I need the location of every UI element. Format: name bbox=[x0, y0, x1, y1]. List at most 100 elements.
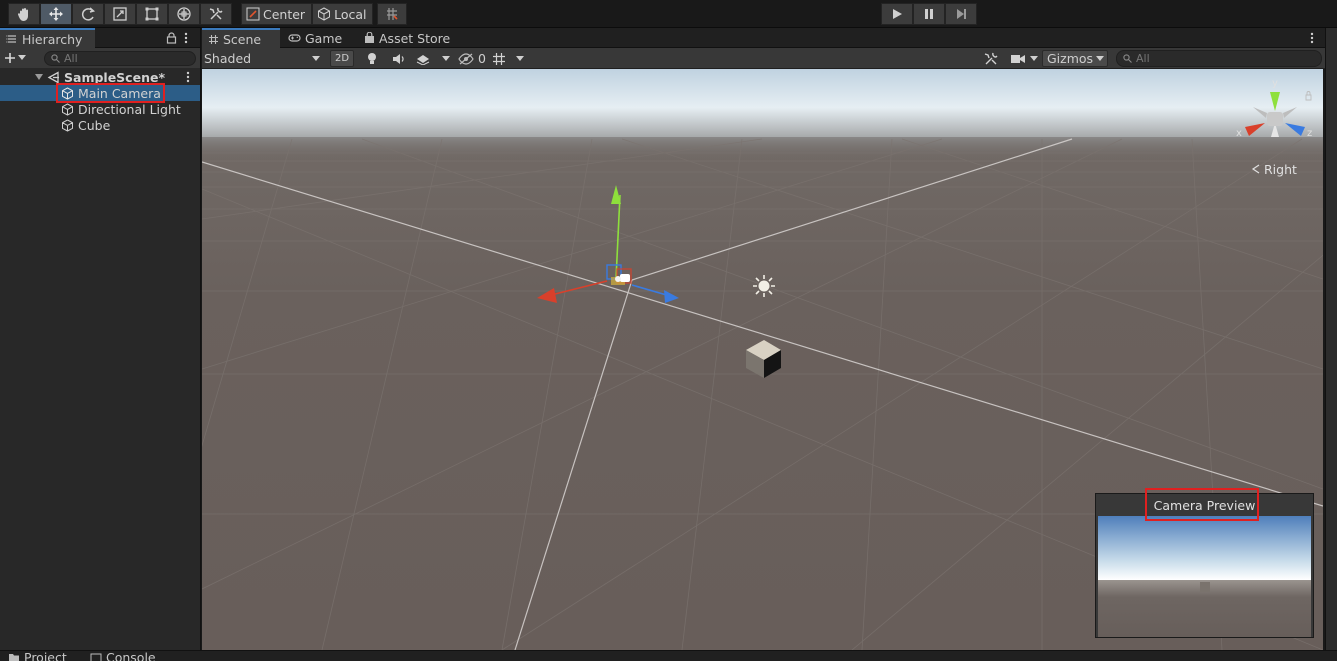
move-icon bbox=[49, 7, 63, 21]
effects-dropdown[interactable] bbox=[416, 50, 450, 67]
tab-console[interactable]: Console bbox=[84, 650, 162, 661]
gameobject-cube-icon bbox=[62, 118, 73, 132]
gizmos-label: Gizmos bbox=[1047, 51, 1094, 66]
grid-snap-icon bbox=[387, 8, 399, 20]
highlight-camera-preview bbox=[1145, 488, 1259, 521]
expand-arrow-icon[interactable] bbox=[35, 73, 43, 81]
orientation-label-text: Right bbox=[1264, 162, 1297, 177]
rotate-icon bbox=[81, 7, 96, 21]
custom-tool-button[interactable] bbox=[200, 3, 232, 25]
transform-tool-button[interactable] bbox=[168, 3, 200, 25]
chevron-down-icon bbox=[1030, 55, 1038, 61]
tab-project[interactable]: Project bbox=[2, 650, 73, 661]
playback-controls bbox=[881, 3, 977, 25]
hidden-objects-toggle[interactable]: 0 bbox=[458, 50, 486, 67]
hierarchy-item-directional-light[interactable]: Directional Light bbox=[0, 101, 200, 117]
axis-label-x: x bbox=[1236, 128, 1242, 139]
tab-game[interactable]: Game bbox=[282, 28, 348, 48]
list-icon bbox=[6, 35, 16, 43]
tools-icon bbox=[209, 7, 223, 20]
scale-tool-button[interactable] bbox=[104, 3, 136, 25]
pause-button[interactable] bbox=[913, 3, 945, 25]
pivot-center-toggle[interactable]: Center bbox=[241, 3, 313, 25]
toggle-2d-button[interactable]: 2D bbox=[330, 50, 355, 67]
move-tool-button[interactable] bbox=[40, 3, 72, 25]
grid-icon bbox=[493, 52, 505, 65]
chevron-down-icon bbox=[442, 55, 450, 61]
chevron-down-icon bbox=[312, 55, 320, 61]
camera-preview-image bbox=[1098, 516, 1311, 637]
search-icon bbox=[51, 53, 60, 63]
gizmos-dropdown[interactable]: Gizmos bbox=[1042, 50, 1108, 67]
kebab-menu-icon[interactable] bbox=[183, 31, 189, 45]
grid-snap-button[interactable] bbox=[377, 3, 408, 25]
shopping-bag-icon bbox=[365, 32, 374, 43]
chevron-down-icon bbox=[18, 55, 26, 60]
tab-hierarchy[interactable]: Hierarchy bbox=[0, 28, 95, 48]
transform-tools bbox=[8, 3, 232, 25]
step-button[interactable] bbox=[945, 3, 977, 25]
highlight-main-camera bbox=[56, 83, 165, 103]
project-tab-label: Project bbox=[24, 650, 67, 661]
gameobject-cube-icon bbox=[62, 102, 73, 116]
create-button[interactable] bbox=[4, 52, 38, 64]
hierarchy-item-cube[interactable]: Cube bbox=[0, 117, 200, 133]
scene-search[interactable]: All bbox=[1116, 50, 1322, 67]
rect-icon bbox=[145, 7, 159, 21]
console-tab-label: Console bbox=[106, 650, 156, 661]
play-icon bbox=[893, 9, 902, 19]
hierarchy-item-label: Cube bbox=[78, 117, 111, 133]
chevron-down-icon bbox=[516, 55, 524, 61]
pivot-label: Center bbox=[263, 6, 306, 22]
lighting-toggle[interactable] bbox=[366, 50, 378, 67]
mode-2d-label: 2D bbox=[335, 53, 350, 64]
folder-icon bbox=[9, 653, 19, 661]
scene-tab-label: Scene bbox=[223, 31, 262, 47]
lock-icon[interactable] bbox=[166, 32, 177, 44]
tools-icon bbox=[984, 52, 998, 64]
hierarchy-search-placeholder: All bbox=[64, 51, 78, 65]
step-icon bbox=[957, 9, 966, 19]
main-toolbar: Center Local bbox=[0, 0, 1337, 28]
speaker-icon bbox=[393, 53, 404, 64]
directional-light-icon[interactable] bbox=[753, 275, 775, 297]
rect-tool-button[interactable] bbox=[136, 3, 168, 25]
scene-search-placeholder: All bbox=[1136, 52, 1150, 65]
lightbulb-icon bbox=[368, 52, 376, 64]
shading-mode-dropdown[interactable]: Shaded bbox=[204, 50, 322, 67]
hash-icon bbox=[209, 34, 218, 44]
gamepad-icon bbox=[288, 34, 301, 42]
scene-menu-icon[interactable] bbox=[185, 70, 191, 84]
plus-icon bbox=[5, 53, 15, 63]
bottom-tabbar: Project Console bbox=[0, 650, 1337, 661]
right-collapsed-panel[interactable] bbox=[1325, 28, 1337, 650]
tab-scene[interactable]: Scene bbox=[202, 28, 280, 48]
scene-toolbar: Shaded 2D 0 Gizmos All bbox=[202, 48, 1325, 69]
tab-asset-store[interactable]: Asset Store bbox=[358, 28, 456, 48]
eye-slash-icon bbox=[458, 52, 474, 65]
kebab-menu-icon[interactable] bbox=[1309, 31, 1315, 45]
hierarchy-panel: Hierarchy All SampleScene* Main Camera D… bbox=[0, 28, 201, 650]
hierarchy-search[interactable]: All bbox=[44, 50, 196, 66]
rotate-tool-button[interactable] bbox=[72, 3, 104, 25]
hierarchy-tabbar: Hierarchy bbox=[0, 28, 200, 48]
hand-tool-button[interactable] bbox=[8, 3, 40, 25]
game-tab-label: Game bbox=[305, 30, 343, 46]
hierarchy-tab-label: Hierarchy bbox=[22, 31, 83, 47]
chevron-down-icon bbox=[1096, 55, 1104, 61]
effects-icon bbox=[416, 54, 430, 65]
unity-scene-icon bbox=[47, 70, 59, 84]
grid-dropdown[interactable] bbox=[492, 50, 524, 67]
shading-mode-value: Shaded bbox=[204, 51, 252, 66]
space-label: Local bbox=[334, 6, 367, 22]
scene-tools-button[interactable] bbox=[984, 50, 998, 67]
axis-label-z: z bbox=[1307, 128, 1312, 139]
transform-icon bbox=[177, 7, 191, 21]
camera-settings-dropdown[interactable] bbox=[1010, 50, 1038, 67]
asset-store-tab-label: Asset Store bbox=[379, 30, 451, 46]
audio-toggle[interactable] bbox=[392, 50, 406, 67]
scale-icon bbox=[113, 7, 127, 21]
play-button[interactable] bbox=[881, 3, 913, 25]
hierarchy-toolbar: All bbox=[0, 48, 200, 68]
pivot-space-toggle[interactable]: Local bbox=[312, 3, 374, 25]
